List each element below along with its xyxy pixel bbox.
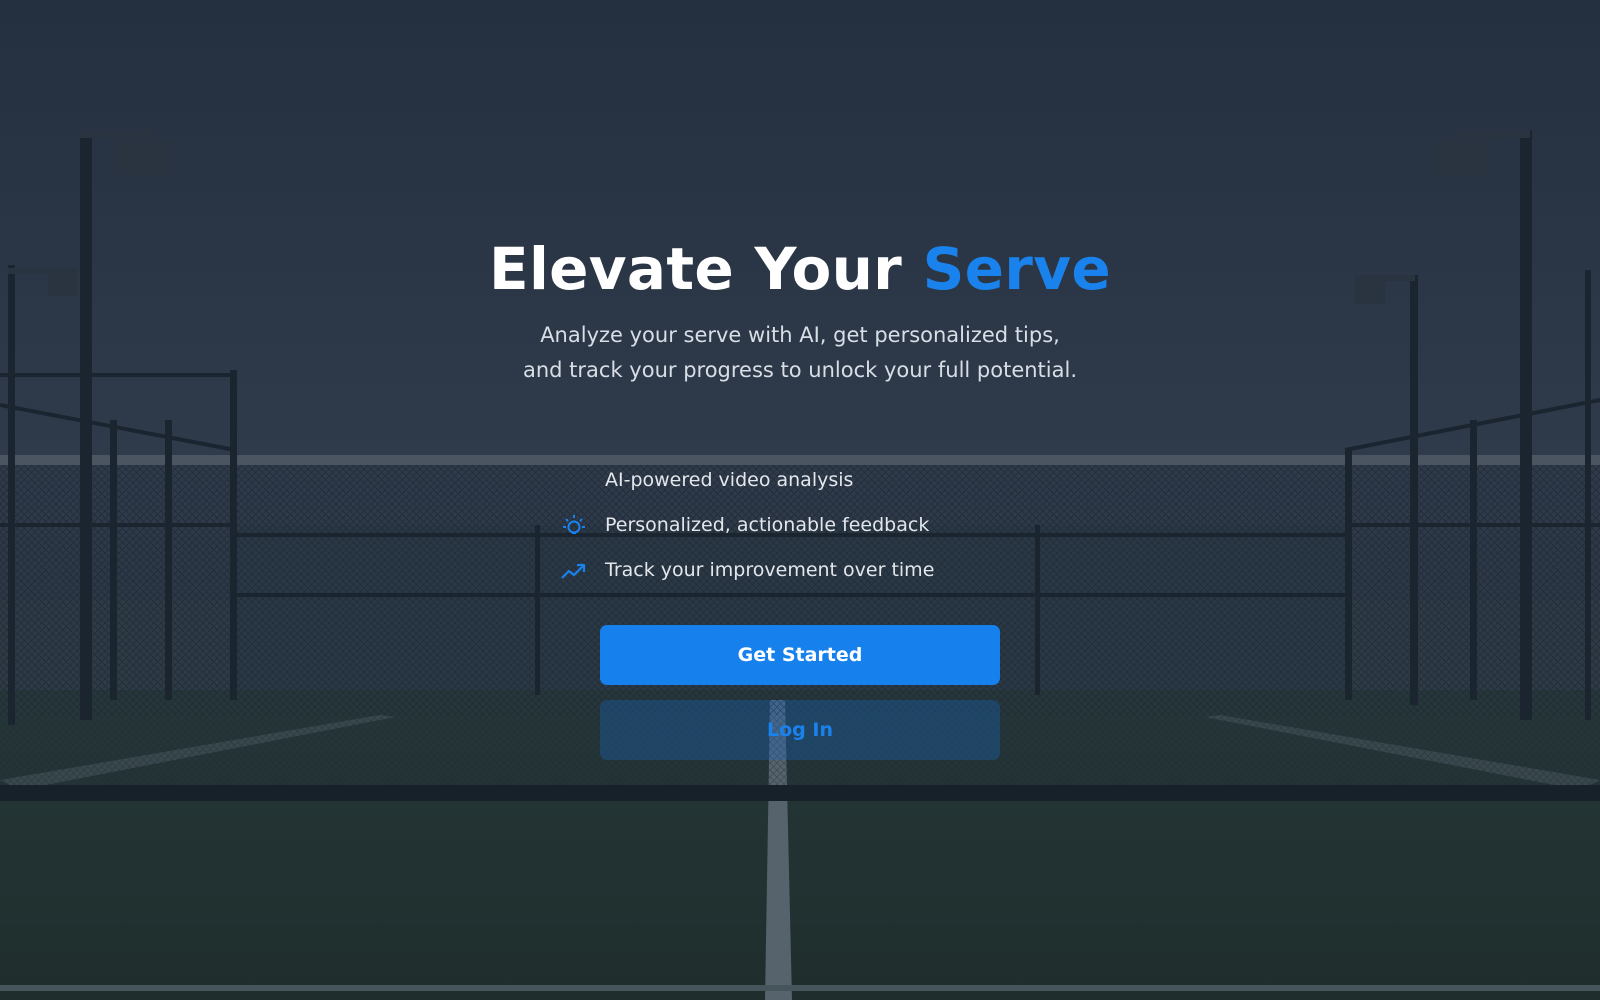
feature-label: Personalized, actionable feedback <box>605 514 930 536</box>
feature-item-video-analysis: AI-powered video analysis <box>560 462 1040 507</box>
log-in-button[interactable]: Log In <box>600 700 1000 760</box>
get-started-button[interactable]: Get Started <box>600 625 1000 685</box>
feature-label: Track your improvement over time <box>605 559 935 581</box>
hero-section: Elevate Your Serve Analyze your serve wi… <box>0 0 1600 1000</box>
video-icon <box>560 467 588 495</box>
feature-item-feedback: Personalized, actionable feedback <box>560 507 1040 552</box>
hero-title-main: Elevate Your <box>489 235 923 303</box>
feature-label: AI-powered video analysis <box>605 469 854 491</box>
hero-title-accent: Serve <box>922 235 1111 303</box>
trending-up-icon <box>560 557 588 585</box>
feature-item-track-progress: Track your improvement over time <box>560 552 1040 597</box>
feature-list: AI-powered video analysis Personalized, … <box>560 462 1040 597</box>
lightbulb-icon <box>560 512 588 540</box>
hero-title: Elevate Your Serve <box>0 234 1600 304</box>
hero-subtitle: Analyze your serve with AI, get personal… <box>523 323 1077 382</box>
